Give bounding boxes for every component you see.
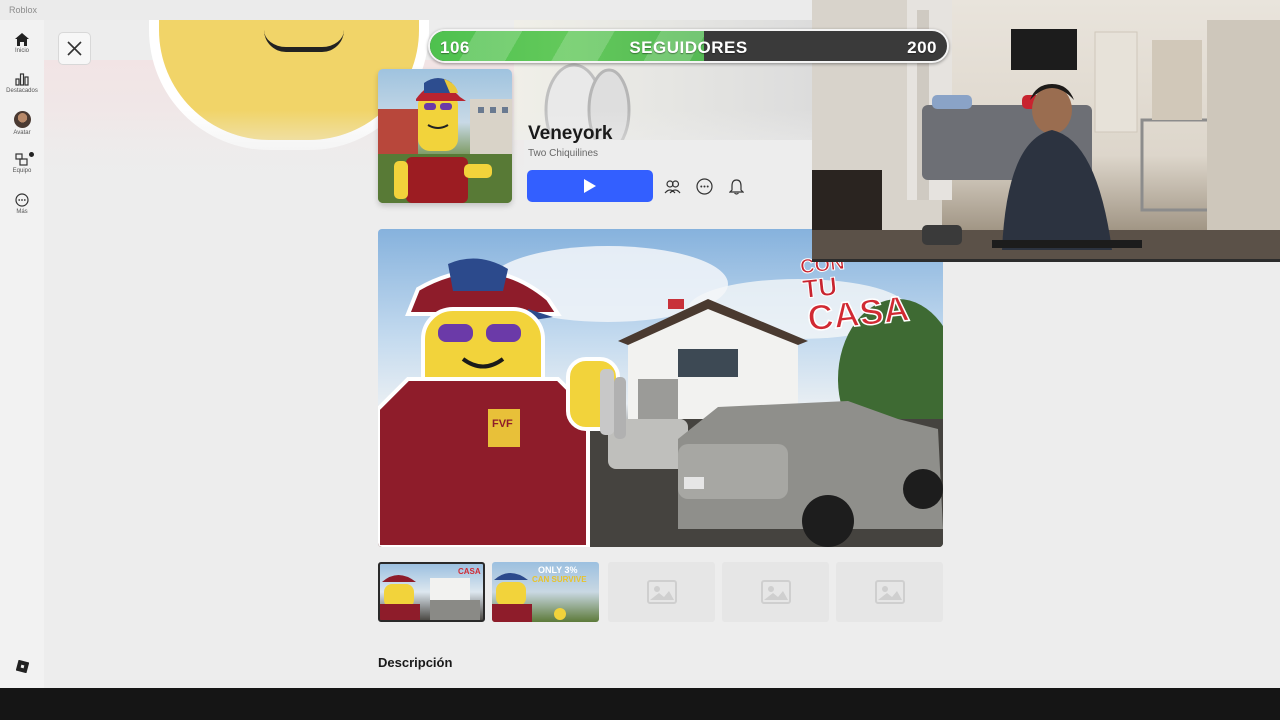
sidebar-item-avatar[interactable]: Avatar	[0, 111, 44, 136]
sidebar-item-label: Destacados	[6, 88, 38, 94]
sidebar-item-inicio[interactable]: Inicio	[0, 33, 44, 54]
close-button[interactable]	[58, 32, 91, 65]
image-placeholder-icon	[874, 580, 905, 604]
more-options-icon	[696, 178, 713, 195]
game-icon-image	[378, 69, 512, 203]
sidebar-item-label: Más	[16, 209, 28, 215]
sidebar-item-label: Avatar	[13, 130, 31, 136]
bell-icon	[729, 178, 744, 195]
sidebar-item-label: Inicio	[14, 48, 29, 54]
notify-button[interactable]	[723, 173, 750, 200]
sidebar: Inicio Destacados Avatar Equipo Más	[0, 20, 44, 688]
group-icon	[664, 180, 681, 194]
thumbnail-placeholder[interactable]	[836, 562, 943, 622]
followers-goal-bar: 106 SEGUIDORES 200	[428, 29, 949, 63]
image-placeholder-icon	[646, 580, 677, 604]
thumbnail-2[interactable]: ONLY 3% CAN SURVIVE	[492, 562, 599, 622]
play-button[interactable]	[527, 170, 653, 202]
main-game-image[interactable]: FVF CON TU CASA	[378, 229, 943, 547]
game-creator-link[interactable]: Two Chiquilines	[528, 148, 598, 159]
more-options-button[interactable]	[691, 173, 718, 200]
hero-text-casa: CASA	[805, 286, 912, 339]
avatar-icon	[13, 111, 31, 128]
sidebar-item-mas[interactable]: Más	[0, 193, 44, 215]
image-placeholder-icon	[760, 580, 791, 604]
thumbnail-1-badge: CASA	[458, 567, 481, 576]
more-icon	[15, 193, 29, 207]
shirt-logo-text: FVF	[492, 418, 513, 430]
sidebar-item-equipo[interactable]: Equipo	[0, 152, 44, 174]
screen: Roblox Inicio Destacados Avatar Equipo M…	[0, 0, 1280, 688]
chart-icon	[15, 73, 29, 86]
home-icon	[15, 33, 29, 46]
group-button[interactable]	[659, 173, 686, 200]
followers-label: SEGUIDORES	[629, 38, 748, 57]
close-icon	[67, 41, 82, 56]
play-icon	[584, 179, 596, 193]
thumbnail-2-caption-2: CAN SURVIVE	[532, 575, 587, 584]
sidebar-item-destacados[interactable]: Destacados	[0, 73, 44, 94]
thumbnail-placeholder[interactable]	[608, 562, 715, 622]
taskbar	[0, 688, 1280, 720]
sidebar-item-label: Equipo	[12, 168, 32, 174]
team-icon	[15, 153, 28, 166]
thumbnail-placeholder[interactable]	[722, 562, 829, 622]
game-title: Veneyork	[528, 123, 613, 144]
thumbnail-1[interactable]: CASA	[378, 562, 485, 622]
roblox-logo-icon[interactable]	[16, 660, 29, 673]
description-heading: Descripción	[378, 655, 453, 670]
thumbnail-2-caption-1: ONLY 3%	[538, 565, 578, 575]
followers-target: 200	[907, 38, 937, 57]
notification-dot	[29, 152, 34, 157]
